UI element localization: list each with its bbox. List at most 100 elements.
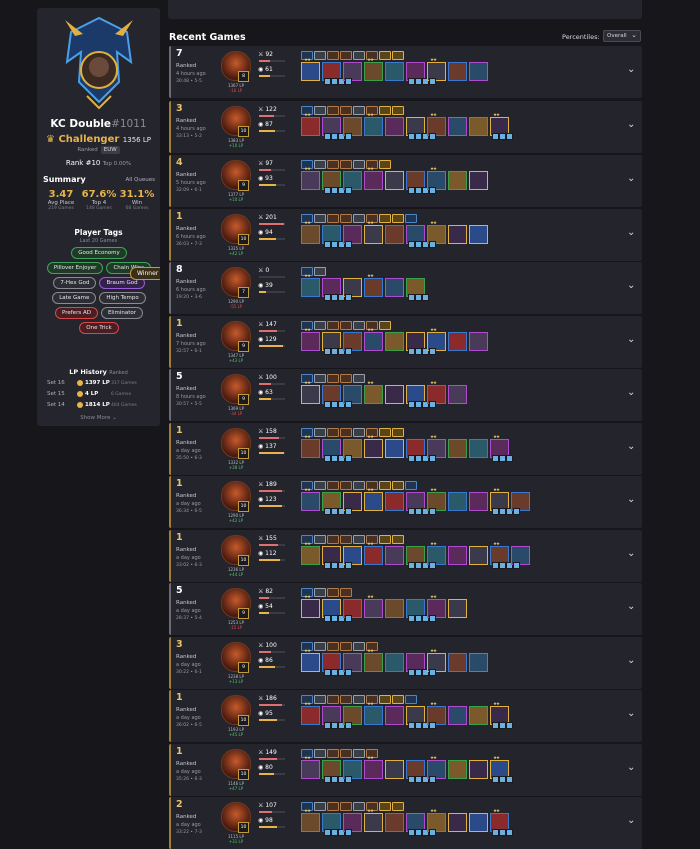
show-more-button[interactable]: Show More ⌄ (37, 415, 160, 421)
expand-chevron-icon[interactable]: ⌄ (627, 64, 635, 75)
player-tag[interactable]: One Trick (79, 322, 119, 334)
champion-unit[interactable] (385, 439, 404, 458)
expand-chevron-icon[interactable]: ⌄ (627, 334, 635, 345)
expand-chevron-icon[interactable]: ⌄ (627, 815, 635, 826)
champion-unit[interactable] (406, 332, 429, 355)
champion-unit[interactable]: ★★ (490, 435, 513, 462)
champion-unit[interactable] (343, 546, 362, 569)
champion-unit[interactable]: ★★ (490, 113, 513, 140)
expand-chevron-icon[interactable]: ⌄ (627, 387, 635, 398)
champion-unit[interactable] (406, 492, 429, 515)
champion-unit[interactable]: ★★ (364, 649, 383, 672)
expand-chevron-icon[interactable]: ⌄ (627, 762, 635, 773)
player-tag[interactable]: Prefers AD (55, 307, 98, 319)
champion-unit[interactable] (511, 492, 530, 515)
expand-chevron-icon[interactable]: ⌄ (627, 441, 635, 452)
player-tag[interactable]: Pillover Enjoyer (46, 262, 104, 274)
champion-unit[interactable] (343, 492, 362, 515)
champion-unit[interactable]: ★★ (427, 167, 446, 194)
champion-unit[interactable] (448, 332, 467, 351)
champion-unit[interactable]: ★★ (364, 435, 383, 458)
champion-unit[interactable] (322, 706, 345, 729)
champion-unit[interactable] (406, 653, 429, 676)
champion-unit[interactable]: ★★ (301, 328, 320, 351)
champion-unit[interactable]: ★★ (301, 58, 320, 81)
expand-chevron-icon[interactable]: ⌄ (627, 548, 635, 559)
champion-unit[interactable] (469, 439, 488, 458)
champion-unit[interactable] (406, 546, 429, 569)
champion-unit[interactable] (448, 492, 467, 511)
game-row[interactable]: 4 Ranked 5 hours ago 32:09 • 6-1 9 1377 LP +10… (169, 155, 642, 207)
champion-unit[interactable] (343, 62, 362, 85)
summary-queue[interactable]: All Queues (125, 177, 155, 183)
champion-unit[interactable] (469, 225, 488, 244)
champion-unit[interactable] (469, 706, 488, 725)
champion-unit[interactable] (322, 171, 345, 194)
champion-unit[interactable]: ★★ (301, 542, 320, 565)
champion-unit[interactable] (343, 760, 362, 783)
champion-unit[interactable] (406, 171, 429, 194)
champion-unit[interactable]: ★★ (490, 756, 513, 783)
champion-unit[interactable]: ★★ (427, 221, 446, 248)
champion-unit[interactable] (343, 171, 362, 194)
champion-unit[interactable]: ★★ (427, 381, 446, 408)
champion-unit[interactable]: ★★ (364, 221, 383, 244)
champion-unit[interactable] (469, 492, 488, 511)
champion-unit[interactable]: ★★ (364, 542, 383, 565)
champion-unit[interactable] (469, 171, 488, 190)
champion-unit[interactable] (406, 278, 429, 301)
champion-unit[interactable]: ★★ (301, 274, 320, 297)
game-row[interactable]: 5 Ranked a day ago 28:37 • 5-4 9 1253 LP -15 L… (169, 583, 642, 635)
champion-unit[interactable]: ★★ (301, 595, 320, 618)
game-row[interactable]: 8 Ranked 6 hours ago 19:20 • 3-6 7 1290 LP -55… (169, 262, 642, 314)
champion-unit[interactable] (385, 653, 404, 672)
player-tag[interactable]: Late Game (52, 292, 97, 304)
champion-unit[interactable] (322, 492, 345, 515)
game-row[interactable]: 1 Ranked 7 hours ago 32:57 • 6-1 9 1347 LP +43… (169, 316, 642, 368)
champion-unit[interactable]: ★★ (427, 58, 446, 85)
champion-unit[interactable]: ★★ (301, 488, 320, 511)
champion-unit[interactable]: ★★ (364, 328, 383, 351)
champion-unit[interactable] (322, 225, 345, 248)
champion-unit[interactable] (322, 278, 345, 301)
champion-unit[interactable] (343, 813, 362, 836)
champion-unit[interactable] (448, 117, 467, 136)
champion-unit[interactable] (448, 62, 467, 81)
expand-chevron-icon[interactable]: ⌄ (627, 173, 635, 184)
champion-unit[interactable]: ★★ (364, 113, 383, 136)
champion-unit[interactable] (406, 62, 429, 85)
champion-unit[interactable] (322, 385, 345, 408)
champion-unit[interactable]: ★★ (490, 702, 513, 729)
champion-unit[interactable] (322, 599, 345, 622)
player-tag[interactable]: 7-Hex God (53, 277, 97, 289)
champion-unit[interactable] (322, 760, 345, 783)
champion-unit[interactable] (406, 706, 429, 729)
champion-unit[interactable] (343, 653, 362, 676)
champion-unit[interactable]: ★★ (301, 221, 320, 244)
champion-unit[interactable]: ★★ (301, 113, 320, 136)
champion-unit[interactable]: ★★ (301, 167, 320, 190)
champion-unit[interactable]: ★★ (427, 435, 446, 462)
champion-unit[interactable]: ★★ (364, 595, 383, 618)
champion-unit[interactable] (322, 439, 345, 462)
champion-unit[interactable]: ★★ (364, 381, 383, 404)
champion-unit[interactable] (406, 599, 429, 622)
champion-unit[interactable] (322, 62, 345, 85)
champion-unit[interactable] (343, 117, 362, 140)
champion-unit[interactable] (322, 117, 345, 140)
champion-unit[interactable]: ★★ (427, 328, 446, 355)
champion-unit[interactable]: ★★ (301, 809, 320, 832)
game-row[interactable]: 5 Ranked 8 hours ago 30:57 • 5-5 9 1369 LP -34… (169, 369, 642, 421)
game-row[interactable]: 1 Ranked a day ago 36:02 • 6-5 10 1193 LP +45 … (169, 690, 642, 742)
champion-unit[interactable]: ★★ (364, 274, 383, 297)
champion-unit[interactable]: ★★ (364, 167, 383, 190)
champion-unit[interactable]: ★★ (364, 702, 383, 725)
game-row[interactable]: 3 Ranked 4 hours ago 33:13 • 5-2 10 1383 LP +1… (169, 101, 642, 153)
champion-unit[interactable] (385, 813, 404, 832)
champion-unit[interactable]: ★★ (301, 435, 320, 458)
champion-unit[interactable]: ★★ (364, 756, 383, 779)
expand-chevron-icon[interactable]: ⌄ (627, 494, 635, 505)
champion-unit[interactable]: ★★ (427, 756, 446, 783)
champion-unit[interactable]: ★★ (301, 649, 320, 672)
champion-unit[interactable]: ★★ (427, 542, 446, 569)
